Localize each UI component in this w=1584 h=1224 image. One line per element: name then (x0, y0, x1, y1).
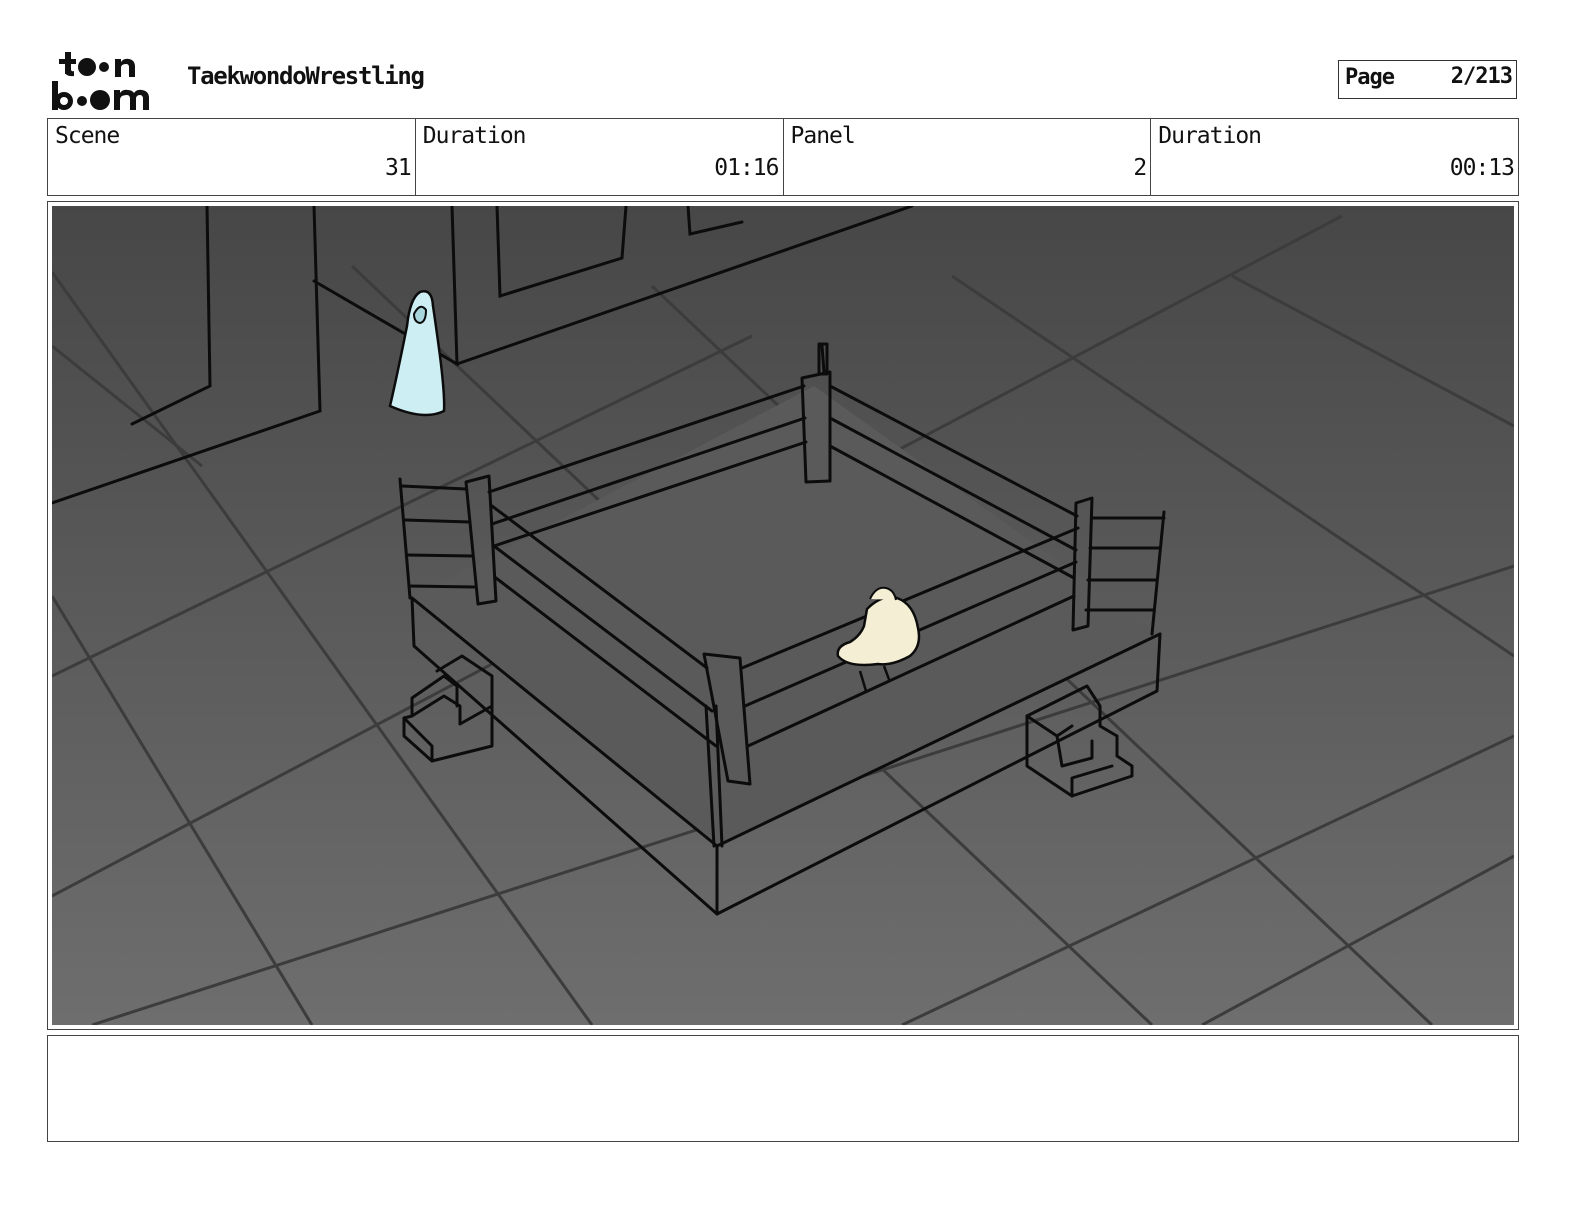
scene-info-table: Scene 31 Duration 01:16 Panel 2 Duration… (47, 118, 1519, 196)
scene-label: Scene (55, 123, 120, 149)
storyboard-panel (47, 201, 1519, 1030)
scene-cell: Scene 31 (48, 119, 416, 195)
panel-cell: Panel 2 (784, 119, 1152, 195)
toon-boom-logo (52, 52, 149, 110)
project-title: TaekwondoWrestling (187, 62, 425, 90)
panel-drawing (52, 206, 1514, 1025)
scene-duration-label: Duration (422, 123, 527, 149)
scene-duration-cell: Duration 01:16 (416, 119, 784, 195)
scene-duration-value: 01:16 (714, 155, 779, 181)
page-label: Page (1345, 65, 1395, 90)
scene-value: 31 (385, 155, 412, 181)
panel-duration-value: 00:13 (1449, 155, 1515, 181)
panel-duration-cell: Duration 00:13 (1151, 119, 1518, 195)
panel-value: 2 (1133, 155, 1147, 181)
panel-label: Panel (790, 123, 856, 149)
panel-duration-label: Duration (1158, 123, 1262, 149)
page-number: 2/213 (1450, 64, 1513, 89)
notes-area (47, 1035, 1519, 1142)
page-indicator: Page 2/213 (1338, 60, 1517, 99)
